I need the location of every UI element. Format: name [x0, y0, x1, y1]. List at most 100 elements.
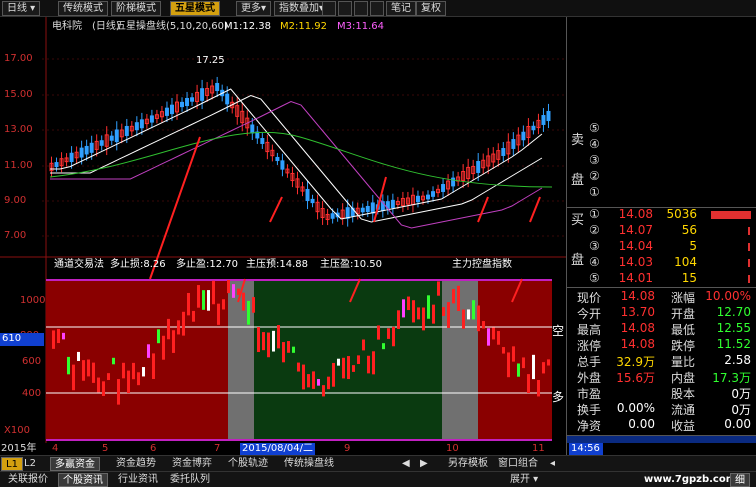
window-combo-button[interactable]: 窗口组合 — [494, 457, 542, 471]
bid-volume-bar — [748, 275, 750, 283]
candle-body — [541, 115, 546, 125]
control-bar — [472, 300, 475, 320]
long-signal-label: 多 — [552, 390, 565, 404]
tab-industry-news[interactable]: 行业资讯 — [114, 473, 162, 487]
bid-volume: 15 — [681, 271, 697, 285]
stat-label: 量比 — [671, 355, 696, 369]
price-tick: 7.00 — [4, 230, 27, 241]
mode-ladder-button[interactable]: 阶梯模式 — [111, 1, 161, 16]
control-bar — [222, 299, 225, 310]
prev-tab-icon[interactable]: ◀ — [398, 457, 414, 471]
period-select[interactable]: 日线 ▾ — [2, 1, 40, 16]
ma3-value: M3:11.64 — [337, 21, 384, 32]
control-bar — [412, 300, 415, 323]
settings-tab-icon[interactable]: ◂ — [546, 457, 559, 471]
detail-button[interactable]: 细 — [730, 473, 750, 487]
tab-fund-game[interactable]: 资金博弈 — [168, 457, 216, 471]
control-bar — [87, 359, 90, 377]
sell-level-label: ② — [589, 169, 600, 183]
control-bar — [192, 310, 195, 322]
control-bar — [417, 307, 420, 320]
control-bar — [57, 328, 60, 344]
control-bar — [512, 346, 515, 362]
tool-button-2[interactable] — [338, 1, 352, 16]
signal-arrow — [373, 176, 387, 223]
mode-traditional-button[interactable]: 传统模式 — [58, 1, 108, 16]
control-bar — [447, 302, 450, 328]
tab-stock-news[interactable]: 个股资讯 — [58, 473, 108, 487]
control-bar — [367, 355, 370, 374]
year-label: 2015年 — [1, 443, 37, 454]
tab-fund-trend[interactable]: 资金趋势 — [112, 457, 160, 471]
bid-volume-bar — [748, 243, 750, 251]
site-watermark: www.7gpzb.com — [644, 474, 737, 485]
control-bar — [372, 351, 375, 375]
control-bar — [152, 353, 155, 380]
chart-canvas[interactable] — [0, 17, 566, 443]
save-template-button[interactable]: 另存模板 — [444, 457, 492, 471]
expand-button[interactable]: 展开 ▾ — [506, 473, 542, 487]
month-label: 11 — [532, 443, 545, 454]
candle-body — [190, 97, 195, 102]
tab-traditional-line[interactable]: 传统操盘线 — [280, 457, 338, 471]
tab-order-queue[interactable]: 委托队列 — [166, 473, 214, 487]
buy-level-label: ⑤ — [589, 271, 600, 285]
index-overlay-menu[interactable]: 指数叠加▾ — [274, 1, 330, 16]
month-label: 5 — [102, 443, 109, 454]
control-bar — [282, 342, 285, 363]
control-bar — [257, 327, 260, 353]
notes-button[interactable]: 笔记 — [386, 1, 416, 16]
stat-value: 0.00 — [724, 417, 751, 431]
control-bar — [67, 356, 70, 375]
control-bar — [122, 362, 125, 379]
stat-value: 11.52 — [716, 337, 751, 351]
control-bar — [127, 370, 130, 394]
sell-label: 卖 — [571, 133, 585, 148]
stat-label: 股本 — [671, 387, 696, 401]
tab-l2[interactable]: L2 — [20, 457, 40, 471]
restore-rights-button[interactable]: 复权 — [416, 1, 446, 16]
candle-body — [305, 188, 310, 202]
stat-label: 换手 — [577, 403, 602, 417]
control-bar — [102, 381, 105, 396]
next-tab-icon[interactable]: ▶ — [416, 457, 432, 471]
control-bar — [467, 309, 470, 320]
control-bar — [182, 311, 185, 336]
quote-panel: 卖 盘 ⑤ ④ ③ ② ① 买 盘 ① 14.08 5036 ② 14.07 56 ③ 14… — [566, 17, 756, 444]
mode-fivestar-button[interactable]: 五星模式 — [170, 1, 220, 16]
candle-body — [84, 145, 89, 155]
sell-label: 盘 — [571, 173, 585, 188]
control-bar — [272, 330, 275, 352]
stat-label: 收益 — [671, 419, 696, 433]
control-bar — [452, 288, 455, 304]
control-bar — [527, 374, 530, 394]
control-bar — [147, 344, 150, 358]
bid-volume: 56 — [681, 223, 697, 237]
lower-tick: 400 — [22, 388, 42, 399]
chart-area[interactable]: 电科院 (日线) 五星操盘线(5,10,20,60) M1:12.38 M2:1… — [0, 17, 566, 443]
control-bar — [202, 290, 205, 310]
bid-volume: 5036 — [666, 207, 697, 221]
stat-label: 现价 — [577, 291, 602, 305]
control-bar — [522, 357, 525, 369]
control-bar — [382, 343, 385, 350]
control-bar — [112, 357, 115, 365]
candle-body — [275, 156, 280, 162]
candle-body — [164, 107, 169, 116]
control-bar — [457, 285, 460, 311]
candle-body — [89, 142, 94, 153]
control-bar — [107, 373, 110, 381]
tab-related-quote[interactable]: 关联报价 — [4, 473, 52, 487]
tab-stock-track[interactable]: 个股轨迹 — [224, 457, 272, 471]
bid-price: 14.07 — [618, 223, 653, 237]
candle-body — [215, 82, 220, 92]
tool-button-3[interactable] — [354, 1, 368, 16]
tab-multi-win-funds[interactable]: 多赢资金 — [50, 457, 100, 471]
more-menu[interactable]: 更多▾ — [236, 1, 272, 16]
sell-level-label: ⑤ — [589, 121, 600, 135]
tool-button-1[interactable] — [322, 1, 336, 16]
control-bar — [392, 326, 395, 347]
tool-button-4[interactable] — [370, 1, 384, 16]
toolbar: 日线 ▾ 传统模式 阶梯模式 五星模式 更多▾ 指数叠加▾ 笔记 复权 — [0, 0, 756, 17]
month-label: 6 — [150, 443, 157, 454]
